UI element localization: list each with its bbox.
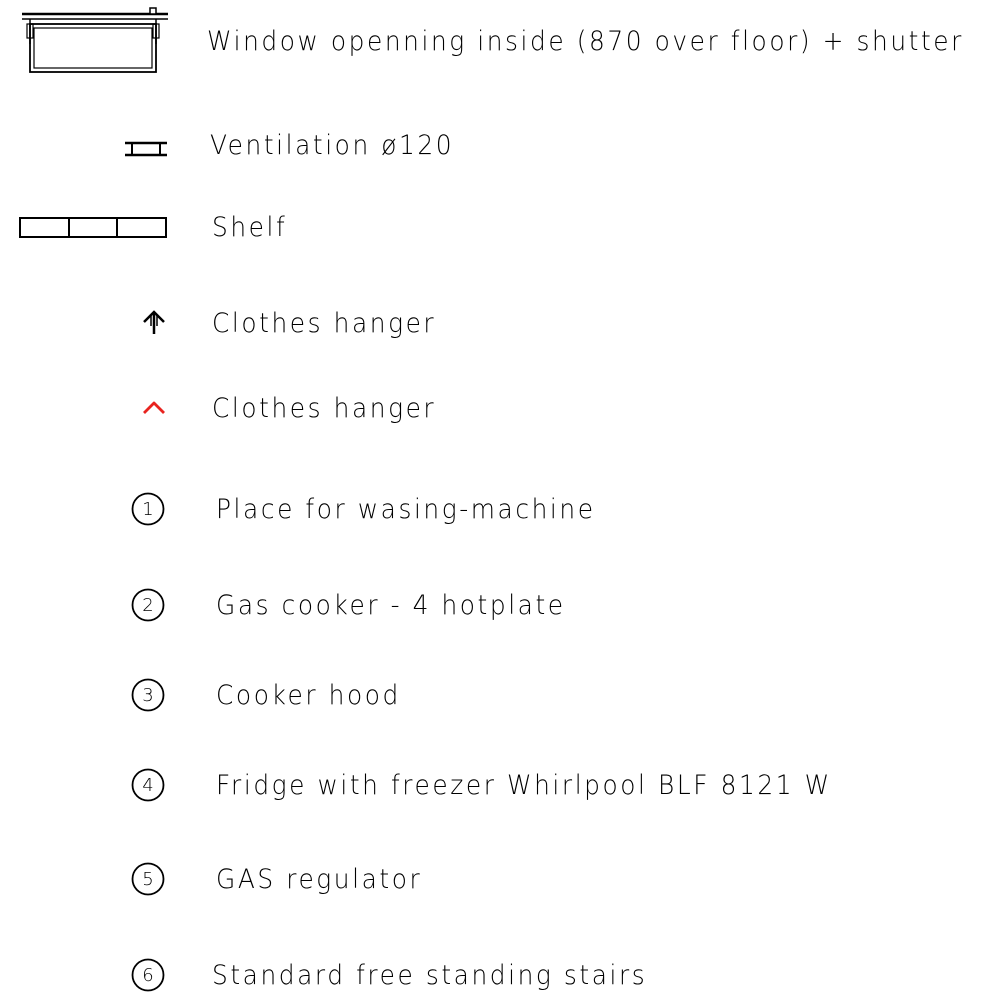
legend-label-item-3: Cooker hood [216,680,401,711]
number-circle-text: 5 [142,868,154,890]
legend-label-clothes-hanger-1: Clothes hanger [212,308,437,339]
number-circle-2: 2 [131,588,165,622]
legend-label-item-2: Gas cooker - 4 hotplate [216,590,566,621]
window-shutter-icon [22,7,168,73]
legend-label-clothes-hanger-2: Clothes hanger [212,393,437,424]
number-circle-1: 1 [131,492,165,526]
number-circle-text: 4 [142,774,154,796]
legend-label-item-5: GAS regulator [216,864,423,895]
number-circle-3: 3 [131,678,165,712]
legend-label-item-6: Standard free standing stairs [212,960,648,991]
legend-label-window: Window openning inside (870 over floor) … [207,26,964,57]
legend-label-ventilation: Ventilation ø120 [210,130,455,161]
number-circle-6: 6 [131,958,165,992]
legend-label-shelf: Shelf [212,212,288,243]
shelf-icon [19,217,167,238]
number-circle-text: 2 [142,594,154,616]
clothes-hanger-red-icon [143,401,165,414]
number-circle-text: 3 [142,684,154,706]
legend-label-item-4: Fridge with freezer Whirlpool BLF 8121 W [216,770,832,801]
clothes-hanger-arrow-icon [143,310,165,334]
number-circle-5: 5 [131,862,165,896]
number-circle-text: 6 [142,964,154,986]
legend-label-item-1: Place for wasing-machine [216,494,596,525]
ventilation-icon [125,141,167,157]
number-circle-text: 1 [142,498,154,520]
number-circle-4: 4 [131,768,165,802]
